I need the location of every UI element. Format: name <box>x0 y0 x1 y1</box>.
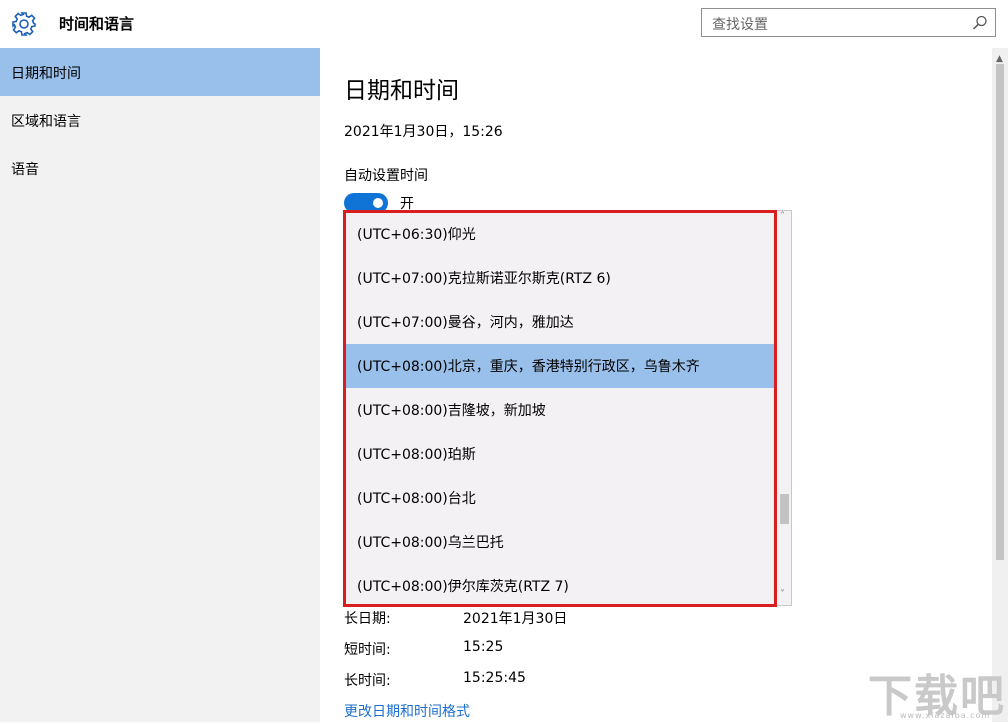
timezone-option-label: (UTC+08:00)台北 <box>357 488 476 508</box>
toggle-knob <box>373 198 383 208</box>
timezone-option[interactable]: (UTC+08:00)伊尔库茨克(RTZ 7) <box>345 564 776 606</box>
timezone-option[interactable]: (UTC+07:00)曼谷，河内，雅加达 <box>345 300 776 344</box>
scroll-thumb[interactable] <box>996 64 1004 560</box>
timezone-option[interactable]: (UTC+06:30)仰光 <box>345 212 776 256</box>
timezone-option-label: (UTC+08:00)吉隆坡，新加坡 <box>357 400 546 420</box>
timezone-option[interactable]: (UTC+08:00)乌兰巴托 <box>345 520 776 564</box>
gear-icon[interactable] <box>11 11 37 37</box>
timezone-option[interactable]: (UTC+08:00)珀斯 <box>345 432 776 476</box>
long-date-label: 长日期: <box>344 608 391 628</box>
timezone-option-label: (UTC+08:00)北京，重庆，香港特别行政区，乌鲁木齐 <box>357 356 700 376</box>
timezone-option-label: (UTC+07:00)曼谷，河内，雅加达 <box>357 312 574 332</box>
timezone-option[interactable]: (UTC+07:00)克拉斯诺亚尔斯克(RTZ 6) <box>345 256 776 300</box>
page-title: 时间和语言 <box>59 13 134 34</box>
chevron-up-icon[interactable]: ˄ <box>780 211 785 222</box>
sidebar-item-label: 区域和语言 <box>11 111 81 131</box>
timezone-option[interactable]: (UTC+08:00)台北 <box>345 476 776 520</box>
section-heading: 日期和时间 <box>344 71 459 105</box>
sidebar-item-label: 日期和时间 <box>11 63 81 83</box>
auto-time-label: 自动设置时间 <box>344 165 428 185</box>
title-bar: 时间和语言 查找设置 <box>0 0 1008 48</box>
current-datetime: 2021年1月30日，15:26 <box>344 121 503 141</box>
sidebar: 日期和时间 区域和语言 语音 <box>0 48 320 722</box>
timezone-option-label: (UTC+06:30)仰光 <box>357 224 476 244</box>
long-time-label: 长时间: <box>344 670 391 690</box>
sidebar-item-region-language[interactable]: 区域和语言 <box>0 96 320 144</box>
long-time-value: 15:25:45 <box>463 670 526 686</box>
chevron-down-icon[interactable]: ˅ <box>780 589 785 600</box>
page-scrollbar[interactable]: ▲ <box>992 48 1008 722</box>
watermark-site: www.xiazaiba.com <box>900 711 990 720</box>
timezone-option-label: (UTC+08:00)伊尔库茨克(RTZ 7) <box>357 576 569 596</box>
watermark-logo: 下载吧 <box>868 660 1006 708</box>
sidebar-item-label: 语音 <box>11 159 39 179</box>
change-format-link[interactable]: 更改日期和时间格式 <box>344 701 470 721</box>
search-input[interactable]: 查找设置 <box>701 8 996 37</box>
scroll-up-icon[interactable]: ▲ <box>996 54 1003 64</box>
timezone-option-label: (UTC+08:00)珀斯 <box>357 444 476 464</box>
dropdown-scroll-thumb[interactable] <box>780 494 789 524</box>
dropdown-scrollbar[interactable]: ˄ ˅ <box>777 211 792 605</box>
search-icon[interactable] <box>971 14 989 32</box>
sidebar-item-date-time[interactable]: 日期和时间 <box>0 48 320 96</box>
timezone-dropdown[interactable]: (UTC+06:30)仰光 (UTC+07:00)克拉斯诺亚尔斯克(RTZ 6)… <box>344 210 792 606</box>
long-date-value: 2021年1月30日 <box>463 608 567 628</box>
search-placeholder: 查找设置 <box>712 14 768 34</box>
timezone-option[interactable]: (UTC+08:00)吉隆坡，新加坡 <box>345 388 776 432</box>
sidebar-item-speech[interactable]: 语音 <box>0 144 320 192</box>
timezone-option-label: (UTC+08:00)乌兰巴托 <box>357 532 504 552</box>
short-time-value: 15:25 <box>463 639 503 655</box>
timezone-option-selected[interactable]: (UTC+08:00)北京，重庆，香港特别行政区，乌鲁木齐 <box>345 344 776 388</box>
short-time-label: 短时间: <box>344 639 391 659</box>
timezone-option-label: (UTC+07:00)克拉斯诺亚尔斯克(RTZ 6) <box>357 268 611 288</box>
